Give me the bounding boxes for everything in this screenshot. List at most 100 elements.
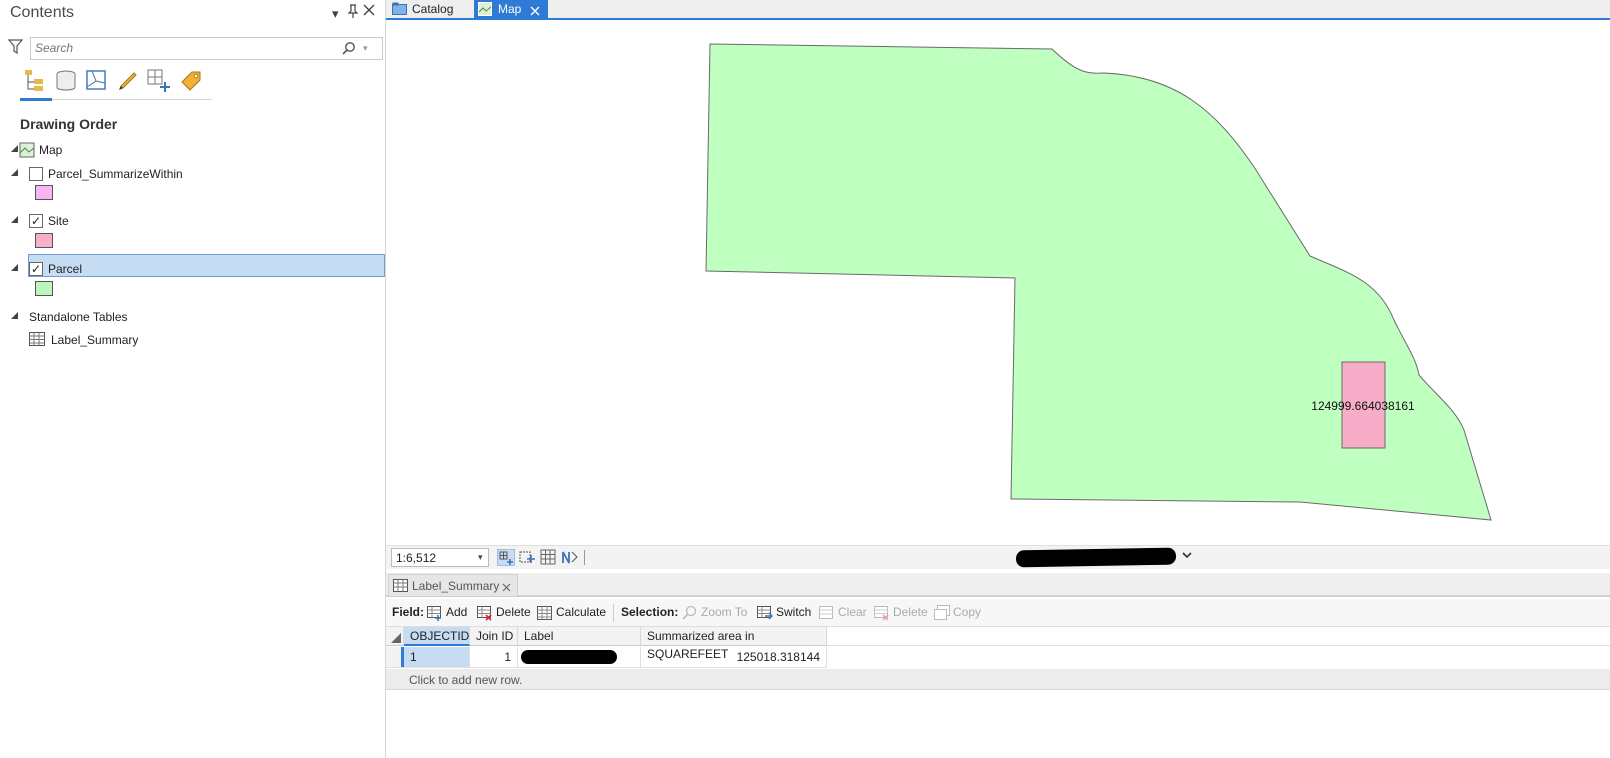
table-icon <box>29 332 45 349</box>
cell-objectid[interactable]: 1 <box>404 647 470 668</box>
coordinates-dropdown-icon[interactable] <box>1181 549 1193 564</box>
attribute-table: OBJECTID Join ID Label Summarized area i… <box>386 627 1610 758</box>
editing-view-icon[interactable] <box>115 68 141 94</box>
feature-label: 124999.664038161 <box>1311 399 1415 413</box>
scale-dropdown-icon[interactable]: ▾ <box>478 552 483 563</box>
symbol-swatch[interactable] <box>35 281 53 296</box>
collapse-triangle-icon[interactable] <box>11 312 18 319</box>
tab-map[interactable]: Map <box>474 0 548 18</box>
scale-value: 1:6,512 <box>396 551 437 565</box>
calculate-field-button[interactable]: Calculate <box>556 605 606 619</box>
grid-icon[interactable] <box>540 549 558 566</box>
delete-selection-button[interactable]: Delete <box>893 605 928 619</box>
tab-catalog[interactable]: Catalog <box>388 0 474 18</box>
tree-item-label: Label_Summary <box>51 333 139 347</box>
delete-selection-icon[interactable] <box>874 605 890 621</box>
collapse-triangle-icon[interactable] <box>11 145 18 152</box>
add-field-icon[interactable] <box>427 605 443 621</box>
table-toolbar: Field: Add Delete Calculate Selection: Z… <box>386 599 1610 627</box>
table-icon <box>393 579 408 595</box>
column-header-objectid[interactable]: OBJECTID <box>404 627 470 646</box>
table-tab-bar: Label_Summary <box>386 573 1610 597</box>
zoom-to-button[interactable]: Zoom To <box>701 605 747 619</box>
header-corner[interactable] <box>386 627 404 646</box>
map-view[interactable]: 124999.664038161 <box>386 20 1610 545</box>
switch-selection-button[interactable]: Switch <box>776 605 811 619</box>
layer-visibility-checkbox[interactable]: ✓ <box>29 214 43 228</box>
close-pane-icon[interactable] <box>363 4 375 19</box>
tree-item-label: Parcel_SummarizeWithin <box>48 167 183 181</box>
cell-join-id[interactable]: 1 <box>470 647 518 668</box>
layer-visibility-checkbox[interactable] <box>29 167 43 181</box>
map-status-bar: 1:6,512 ▾ <box>386 545 1610 569</box>
close-tab-icon[interactable] <box>502 581 511 595</box>
tree-item-site[interactable]: ✓ Site <box>0 210 386 232</box>
column-header-area[interactable]: Summarized area in SQUAREFEET <box>641 627 827 661</box>
add-row-bar[interactable]: Click to add new row. <box>386 669 1610 690</box>
clear-selection-icon[interactable] <box>819 605 835 621</box>
tab-label-summary[interactable]: Label_Summary <box>388 574 518 596</box>
view-tab-bar: Catalog Map <box>386 0 1610 20</box>
field-group-label: Field: <box>392 605 424 619</box>
layer-visibility-checkbox[interactable]: ✓ <box>29 262 43 276</box>
symbol-swatch[interactable] <box>35 233 53 248</box>
calculate-field-icon[interactable] <box>537 605 553 621</box>
active-view-indicator <box>20 98 52 101</box>
column-header-label[interactable]: Label <box>518 627 641 646</box>
search-input[interactable] <box>35 41 335 55</box>
tab-label: Catalog <box>412 2 454 16</box>
filter-icon[interactable] <box>7 39 24 58</box>
constraints-icon[interactable] <box>518 549 536 566</box>
catalog-icon <box>392 2 407 20</box>
column-header-join-id[interactable]: Join ID <box>470 627 518 646</box>
collapse-triangle-icon[interactable] <box>11 169 18 176</box>
search-icon[interactable] <box>342 41 356 58</box>
delete-field-icon[interactable] <box>477 605 493 621</box>
add-field-button[interactable]: Add <box>446 605 467 619</box>
labeling-view-icon[interactable] <box>178 68 204 94</box>
redacted-label-value <box>521 650 617 664</box>
cell-label[interactable] <box>518 647 641 668</box>
add-row-text: Click to add new row. <box>409 673 523 687</box>
contents-pane: Contents ▾ ▾ D <box>0 0 386 758</box>
pin-icon[interactable] <box>347 4 359 21</box>
data-source-icon[interactable] <box>53 68 79 94</box>
parcel-polygon[interactable] <box>705 43 1492 521</box>
map-icon <box>478 2 492 21</box>
tree-item-label-summary-table[interactable]: Label_Summary <box>0 329 386 351</box>
delete-field-button[interactable]: Delete <box>496 605 531 619</box>
tree-item-label: Standalone Tables <box>29 310 128 324</box>
map-canvas[interactable]: 124999.664038161 <box>386 20 1610 545</box>
zoom-to-icon[interactable] <box>682 605 698 621</box>
tree-item-parcel[interactable]: ✓ Parcel <box>0 258 386 280</box>
snapping-toggle-icon[interactable] <box>497 549 515 566</box>
map-icon <box>19 142 35 161</box>
tree-item-map[interactable]: Map <box>0 139 386 161</box>
header-filler <box>827 627 1610 646</box>
symbol-swatch[interactable] <box>35 185 53 200</box>
collapse-triangle-icon[interactable] <box>11 264 18 271</box>
pane-menu-icon[interactable]: ▾ <box>332 6 339 22</box>
close-tab-icon[interactable] <box>530 3 540 21</box>
tree-item-parcel-summarize-within[interactable]: Parcel_SummarizeWithin <box>0 163 386 185</box>
correction-icon[interactable] <box>561 549 579 566</box>
tree-item-standalone-tables[interactable]: Standalone Tables <box>0 306 386 328</box>
scale-selector[interactable]: 1:6,512 ▾ <box>391 548 489 567</box>
row-selector[interactable] <box>386 647 404 668</box>
copy-selection-button[interactable]: Copy <box>953 605 981 619</box>
tab-label: Label_Summary <box>412 579 500 593</box>
snapping-view-icon[interactable] <box>146 68 172 94</box>
cell-area[interactable]: 125018.318144 <box>641 647 827 668</box>
tree-item-label: Site <box>48 214 69 228</box>
drawing-order-icon[interactable] <box>22 68 48 94</box>
redacted-coordinates <box>1015 547 1177 568</box>
switch-selection-icon[interactable] <box>757 605 773 621</box>
collapse-triangle-icon[interactable] <box>11 216 18 223</box>
tree-item-label: Map <box>39 143 63 157</box>
search-dropdown-icon[interactable]: ▾ <box>363 43 368 54</box>
copy-selection-icon[interactable] <box>934 605 950 621</box>
selection-group-label: Selection: <box>621 605 679 619</box>
clear-selection-button[interactable]: Clear <box>838 605 867 619</box>
selection-view-icon[interactable] <box>84 68 110 94</box>
search-box[interactable]: ▾ <box>30 37 383 60</box>
